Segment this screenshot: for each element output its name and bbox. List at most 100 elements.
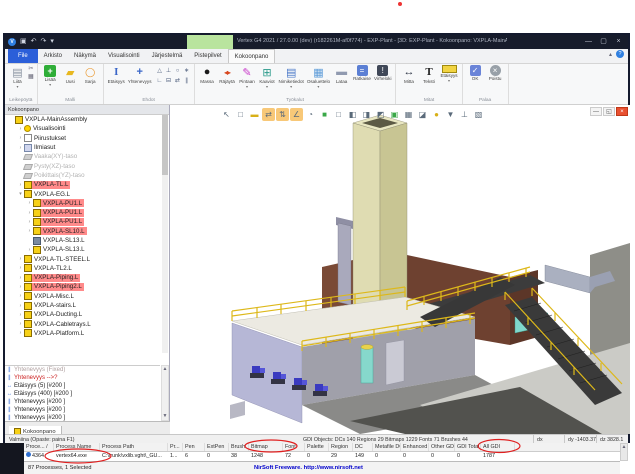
expand-arrow-icon[interactable]: › [17,284,24,290]
cut-icon[interactable]: ✂ [28,66,34,73]
tree-item-vxpla-sl13-l[interactable]: VXPLA-SL13.L [5,236,162,245]
tangent-constraint-icon[interactable]: ○ [174,67,182,76]
tree-item-vxpla-stairs-l[interactable]: ›VXPLA-stairs.L [5,301,162,310]
undo-icon[interactable]: ↶ [31,37,37,47]
scroll-up-icon[interactable]: ▲ [162,366,168,373]
wireframe-view-icon[interactable]: □ [332,108,345,121]
button-lataa[interactable]: Lataa [332,65,351,85]
expand-arrow-icon[interactable]: › [17,135,24,141]
nirsoft-link[interactable]: NirSoft Freeware. http://www.nirsoft.net [254,465,363,471]
help-icon[interactable]: ? [616,50,624,58]
button-räjäytä[interactable]: Räjäytä [218,65,237,85]
ribbon-tab-näkymä[interactable]: Näkymä [68,49,102,63]
tree-item-vxpla-piping-l[interactable]: ›VXPLA-Piping.L [5,273,162,282]
constraint-item[interactable]: ↔Etäisyys (400) [#200 ] [5,390,160,398]
constraint-scrollbar[interactable]: ▲ ▼ [161,365,169,421]
button-nimiketiedot[interactable]: Nimiketiedot▾ [278,65,305,89]
parallel-constraint-icon[interactable]: ∥ [183,77,191,86]
pattern-constraint-icon[interactable]: ∗ [183,67,191,76]
shaded-view-icon[interactable]: ■ [318,108,331,121]
rotate-free-icon[interactable]: ∠ [290,108,303,121]
expand-arrow-icon[interactable]: › [26,219,33,225]
tree-item-vxpla-cabletrays-l[interactable]: ›VXPLA-Cabletrays.L [5,320,162,329]
button-poistu[interactable]: Poistu [486,65,505,82]
tree-item-vxpla-misc-l[interactable]: ›VXPLA-Misc.L [5,292,162,301]
ribbon-tab-kokoonpano[interactable]: Kokoonpano [228,49,276,63]
expand-arrow-icon[interactable]: › [17,321,24,327]
view-iso-icon[interactable]: ▣ [388,108,401,121]
column-header-palette[interactable]: Palette [305,443,329,451]
tree-item-vxpla-tl-steel-l[interactable]: ›VXPLA-TL-STEEL.L [5,254,162,263]
expand-arrow-icon[interactable]: › [17,126,24,132]
view-top-icon[interactable]: ◩ [374,108,387,121]
minimize-button[interactable]: — [581,35,596,48]
expand-arrow-icon[interactable]: › [26,228,33,234]
button-virheloki[interactable]: Virheloki [373,65,393,82]
expand-arrow-icon[interactable]: › [17,182,24,188]
ribbon-tab-arkisto[interactable]: Arkisto [38,49,68,63]
tree-item-piirustukset[interactable]: ›Piirustukset [5,134,162,143]
expand-arrow-icon[interactable]: › [17,312,24,318]
column-header-other-gdi[interactable]: Other GDI [429,443,455,451]
angle-constraint-icon[interactable]: △ [156,67,164,76]
button-pintaan[interactable]: Pintaan▾ [238,65,257,89]
tree-scrollbar-thumb[interactable] [162,115,168,175]
tree-scrollbar[interactable] [162,115,168,353]
viewport-restore-button[interactable]: ◱ [603,107,615,116]
tree-item-vxpla-sl10-l[interactable]: ›VXPLA-SL10.L [5,227,162,236]
column-header-all-gdi[interactable]: All GDI [481,443,515,451]
tree-item-ilmiasut[interactable]: ›Ilmiasut [5,143,162,152]
tree-item-vxpla-ducting-l[interactable]: ›VXPLA-Ducting.L [5,310,162,319]
title-bar[interactable]: V▣↶↷▾ Vertex G4 2021 / 27.0.00 (dev) (r1… [5,35,628,49]
tree-item-vxpla-tl2-l[interactable]: ›VXPLA-TL2.L [5,264,162,273]
column-header-pr[interactable]: Pr... [168,443,183,451]
expand-arrow-icon[interactable]: › [17,303,24,309]
column-header-region[interactable]: Region [329,443,353,451]
view-left-icon[interactable]: ◧ [346,108,359,121]
process-table-row[interactable]: 4364vertex64.exeC:\trunk\vxlib.vght\_GU.… [24,452,620,461]
tree-item-vxpla-pu1-l[interactable]: ›VXPLA-PU1.L [5,208,162,217]
expand-arrow-icon[interactable]: › [17,256,24,262]
axes-icon[interactable]: ⊥ [458,108,471,121]
button-yhtenevyys[interactable]: Yhtenevyys [127,65,153,85]
qat-dropdown-icon[interactable]: ▾ [50,37,54,47]
constraint-item[interactable]: ↔Etäisyys (5) [#200 ] [5,382,160,390]
viewport-close-button[interactable]: × [616,107,628,116]
column-header-brush[interactable]: Brush [229,443,249,451]
viewport-minimize-button[interactable]: — [590,107,602,116]
dropdown-arrow-icon[interactable]: ▾ [448,79,450,83]
flush-constraint-icon[interactable]: ⊟ [165,77,173,86]
button-etäisyys[interactable]: Etäisyys [107,65,126,85]
column-header-bitmap[interactable]: Bitmap [249,443,283,451]
scroll-down-icon[interactable]: ▼ [162,413,168,420]
expand-arrow-icon[interactable]: › [26,210,33,216]
measure-tool-icon[interactable]: ▬ [248,108,261,121]
column-header-enhanced[interactable]: Enhanced ... [401,443,429,451]
expand-arrow-icon[interactable]: › [26,247,33,253]
render-icon[interactable]: ▦ [402,108,415,121]
expand-arrow-icon[interactable]: › [17,330,24,336]
dropdown-arrow-icon[interactable]: ▾ [290,85,292,89]
button-massa[interactable]: Massa [198,65,217,85]
3d-viewport[interactable]: ↖□▬⇄⇅∠◔■□◧◨◩▣▦◪●▼⊥▧ —◱× [170,105,630,434]
close-button[interactable]: × [611,35,626,48]
symmetry-constraint-icon[interactable]: ⇄ [174,77,182,86]
button-ok[interactable]: OK [466,65,485,82]
column-header-metafile-dc[interactable]: Metafile DC [373,443,401,451]
constraint-item[interactable]: ∥Yhtenevyys [#200 ] [5,406,160,414]
ribbon-tab-visualisointi[interactable]: Visualisointi [102,49,146,63]
button-etäisyys[interactable]: Etäisyys▾ [439,65,458,83]
light-icon[interactable]: ● [430,108,443,121]
select-icon[interactable]: □ [234,108,247,121]
tree-item-vxpla-piping2-l[interactable]: ›VXPLA-Piping2.L [5,282,162,291]
button-ratkaise[interactable]: Ratkaise [352,65,372,82]
ribbon-tab-pistepilvet[interactable]: Pistepilvet [188,49,227,63]
button-liitä[interactable]: Liitä▾ [8,65,27,89]
tree-item-vxpla-pu1-l[interactable]: ›VXPLA-PU1.L [5,199,162,208]
maximize-button[interactable]: ▢ [596,35,611,48]
tree-item-vaaka-xy-taso[interactable]: Vaaka(XY)-taso [5,152,162,161]
copy-icon[interactable]: ▦ [28,74,34,81]
orbit-icon[interactable]: ◔ [304,108,317,121]
tree-item-vxpla-mainassembly[interactable]: VXPLA-MainAssembly [5,115,162,124]
expand-arrow-icon[interactable]: › [17,145,24,151]
